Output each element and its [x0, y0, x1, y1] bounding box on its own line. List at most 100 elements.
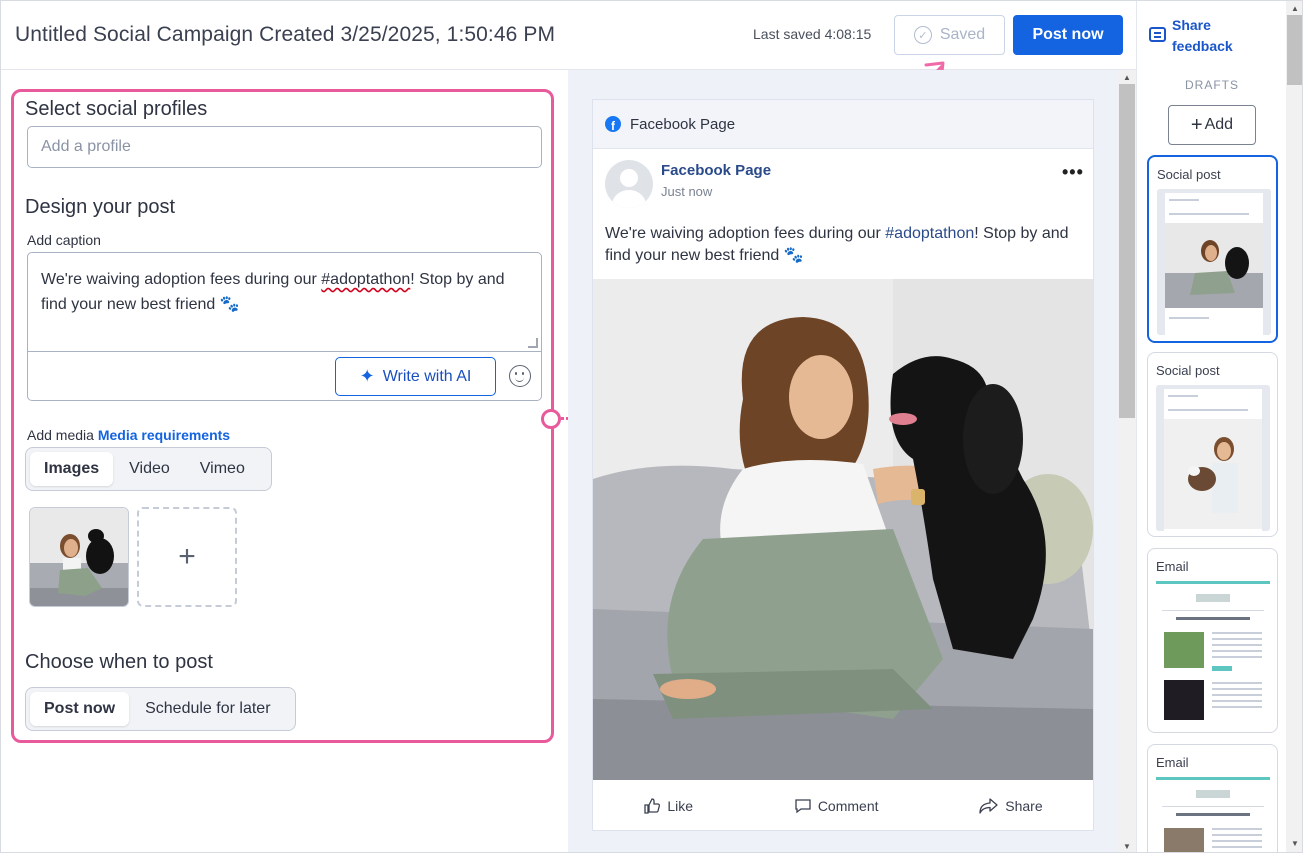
- comment-label: Comment: [817, 798, 879, 814]
- campaign-title[interactable]: Untitled Social Campaign Created 3/25/20…: [15, 23, 555, 47]
- caption-label: Add caption: [27, 232, 101, 248]
- share-button[interactable]: Share: [979, 797, 1043, 815]
- profile-input[interactable]: Add a profile: [27, 126, 542, 168]
- scroll-up-icon[interactable]: ▲: [1123, 73, 1131, 82]
- draft-card[interactable]: Email: [1147, 548, 1278, 733]
- share-label: Share: [1005, 798, 1043, 814]
- media-label: Add media Media requirements: [27, 427, 230, 443]
- caption-hashtag: #adoptathon: [321, 271, 411, 288]
- line: [1169, 199, 1199, 201]
- option-post-now[interactable]: Post now: [30, 692, 130, 726]
- woman-dog-thumbnail-icon: [30, 508, 128, 606]
- profiles-title: Select social profiles: [25, 98, 208, 120]
- scrollbar-thumb[interactable]: [1119, 84, 1135, 418]
- comment-button[interactable]: Comment: [794, 797, 879, 815]
- caption-field[interactable]: We're waiving adoption fees during our #…: [27, 252, 542, 401]
- add-draft-button[interactable]: + Add: [1168, 105, 1256, 145]
- caption-text-part: We're waiving adoption fees during our: [41, 271, 322, 288]
- write-with-ai-button[interactable]: ✦ Write with AI: [335, 357, 496, 396]
- button-block: [1212, 666, 1232, 671]
- comment-icon: [795, 799, 811, 814]
- email-thumbnail: [1156, 777, 1270, 852]
- post-now-button[interactable]: Post now: [1013, 15, 1123, 55]
- highlight-frame: [11, 89, 554, 743]
- draft-type: Social post: [1157, 167, 1221, 182]
- write-ai-label: Write with AI: [382, 367, 472, 385]
- preview-scrollbar[interactable]: ▲ ▼: [1118, 70, 1136, 852]
- draft-preview: [1164, 389, 1262, 531]
- caption-text[interactable]: We're waiving adoption fees during our #…: [41, 267, 521, 317]
- thumbs-up-icon: [644, 798, 661, 814]
- email-thumbnail: [1156, 581, 1270, 732]
- post-text-part: We're waiving adoption fees during our: [605, 225, 886, 242]
- media-requirements-link[interactable]: Media requirements: [98, 427, 230, 443]
- saved-label: Saved: [939, 26, 986, 43]
- callout-dot: [541, 409, 561, 429]
- draft-thumbnail: [1157, 189, 1271, 335]
- option-schedule-later[interactable]: Schedule for later: [131, 692, 284, 726]
- post-image: [593, 279, 1093, 780]
- like-button[interactable]: Like: [643, 797, 693, 815]
- header-bar: Untitled Social Campaign Created 3/25/20…: [1, 1, 1136, 70]
- add-label: Add: [1204, 116, 1234, 133]
- media-label-text: Add media: [27, 427, 98, 443]
- sparkle-icon: ✦: [359, 366, 375, 386]
- media-thumbnail[interactable]: [29, 507, 129, 607]
- schedule-options: Post now Schedule for later: [25, 687, 296, 731]
- post-time: Just now: [661, 184, 713, 199]
- page-name: Facebook Page: [661, 162, 772, 179]
- feedback-icon: [1149, 27, 1166, 42]
- saved-button[interactable]: ✓ Saved: [894, 15, 1005, 55]
- line: [1169, 213, 1249, 215]
- share-feedback-label: Share feedback: [1172, 17, 1233, 54]
- platform-label: Facebook Page: [630, 115, 736, 133]
- resize-handle-icon[interactable]: [528, 338, 538, 348]
- divider: [28, 351, 541, 352]
- share-feedback-link[interactable]: Share feedback: [1149, 15, 1242, 57]
- scroll-down-icon[interactable]: ▼: [1291, 839, 1299, 848]
- line: [1176, 617, 1250, 620]
- image-block: [1164, 680, 1204, 720]
- scroll-up-icon[interactable]: ▲: [1291, 4, 1299, 13]
- line: [1168, 409, 1248, 411]
- tab-images[interactable]: Images: [30, 452, 114, 486]
- sidebar-scrollbar[interactable]: ▲ ▼: [1286, 1, 1302, 852]
- divider: [1162, 610, 1264, 611]
- more-options-icon[interactable]: •••: [1062, 162, 1084, 183]
- draft-card[interactable]: Social post: [1147, 352, 1278, 537]
- post-actions: Like Comment Share: [593, 786, 1093, 826]
- image-block: [1164, 632, 1204, 668]
- facebook-icon: f: [605, 116, 621, 132]
- text-lines: [1212, 828, 1262, 830]
- logo-block: [1196, 594, 1230, 602]
- add-media-button[interactable]: +: [137, 507, 237, 607]
- avatar: [605, 160, 653, 208]
- draft-type: Email: [1156, 559, 1189, 574]
- plus-icon: +: [1190, 113, 1203, 136]
- line: [1169, 317, 1209, 319]
- scrollbar-thumb[interactable]: [1287, 15, 1302, 85]
- image-block: [1164, 828, 1204, 852]
- preview-card-header: f Facebook Page: [593, 100, 1093, 149]
- draft-card[interactable]: Social post: [1147, 155, 1278, 343]
- draft-thumbnail: [1156, 385, 1270, 531]
- emoji-icon[interactable]: [509, 365, 531, 387]
- when-title: Choose when to post: [25, 651, 213, 673]
- drafts-label: DRAFTS: [1185, 78, 1239, 92]
- tab-video[interactable]: Video: [115, 452, 184, 486]
- woman-dog-mini-icon: [1165, 223, 1263, 308]
- tab-vimeo[interactable]: Vimeo: [186, 452, 259, 486]
- draft-card[interactable]: Email: [1147, 744, 1278, 852]
- editor-panel: Select social profiles Add a profile Des…: [1, 70, 620, 852]
- text-lines: [1212, 682, 1262, 684]
- draft-type: Social post: [1156, 363, 1220, 378]
- check-circle-icon: ✓: [913, 26, 932, 44]
- post-text: We're waiving adoption fees during our #…: [605, 223, 1075, 267]
- share-arrow-icon: [979, 798, 998, 814]
- line: [1176, 813, 1250, 816]
- post-hashtag: #adoptathon: [885, 225, 975, 242]
- media-type-tabs: Images Video Vimeo: [25, 447, 272, 491]
- drafts-sidebar: Share feedback DRAFTS + Add Social post: [1136, 1, 1286, 852]
- text-lines: [1212, 632, 1262, 634]
- scroll-down-icon[interactable]: ▼: [1123, 842, 1131, 851]
